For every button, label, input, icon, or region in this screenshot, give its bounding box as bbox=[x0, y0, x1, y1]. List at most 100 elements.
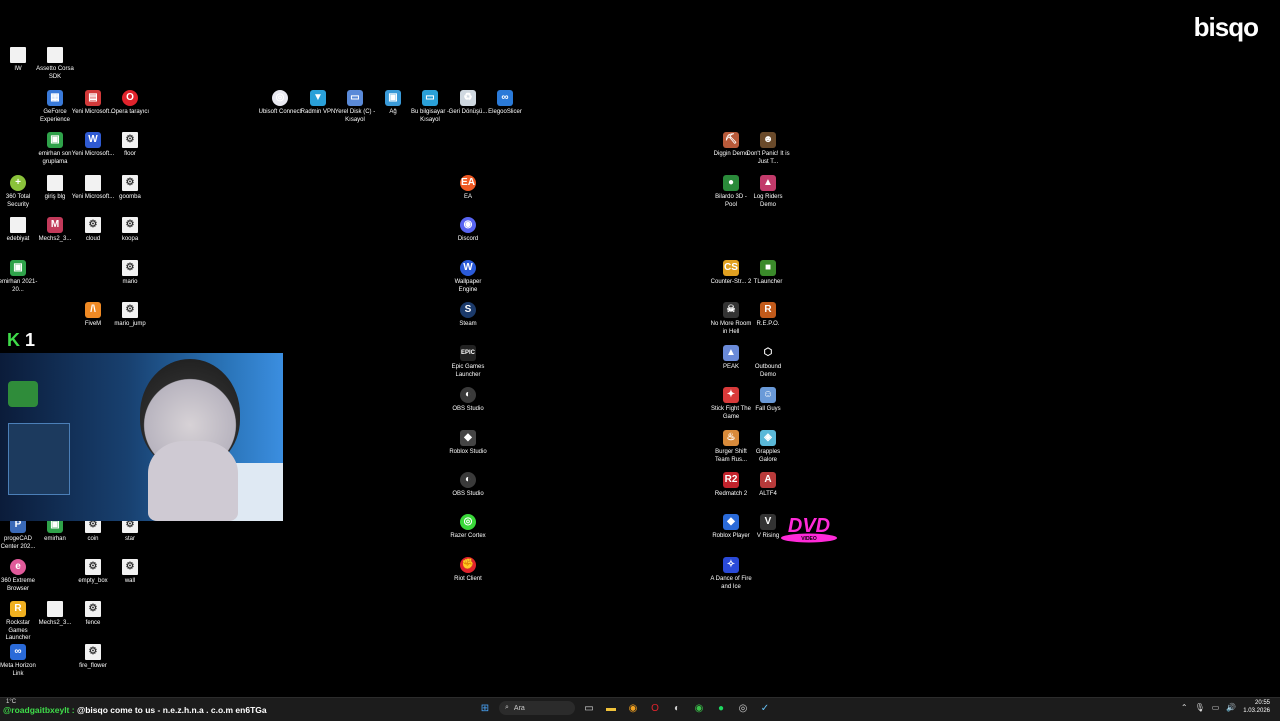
desktop-icon-label: Opera tarayıcı bbox=[110, 109, 149, 115]
chevron-up-icon[interactable]: ⌃ bbox=[1181, 703, 1188, 712]
desktop-icon-razer-cortex[interactable]: ◎ Razer Cortex bbox=[446, 514, 490, 541]
gear-icon: ⚙ bbox=[122, 559, 138, 575]
desktop-icon-opera-taray-c[interactable]: O Opera tarayıcı bbox=[108, 90, 152, 117]
emirhan-son-gruplama-icon: ▣ bbox=[47, 132, 63, 148]
desktop-icon-label: Mechs2_3... bbox=[38, 620, 72, 626]
chrome-alt-icon[interactable]: ◉ bbox=[691, 700, 707, 716]
meta-horizon-link-icon: ∞ bbox=[10, 644, 26, 660]
redmatch-2-icon: R2 bbox=[723, 472, 739, 488]
desktop-icon-wall[interactable]: ⚙ wall bbox=[108, 559, 152, 586]
desktop-icon-label: Outbound Demo bbox=[754, 364, 782, 378]
burger-shift-team-rus-icon: ♨ bbox=[723, 430, 739, 446]
desktop-icon-mario-jump[interactable]: ⚙ mario_jump bbox=[108, 302, 152, 329]
desktop-icon-grapples-galore[interactable]: ◈ Grapples Galore bbox=[746, 430, 790, 464]
desktop-icon-label: mario bbox=[122, 279, 138, 285]
desktop-icon-riot-client[interactable]: ✊ Riot Client bbox=[446, 557, 490, 584]
obs-alt-icon[interactable]: ◎ bbox=[735, 700, 751, 716]
desktop-icon-label: fire_flower bbox=[79, 663, 107, 669]
a-dance-of-fire-and-ice-icon: ✧ bbox=[723, 557, 739, 573]
desktop-icon-elegooslicer[interactable]: ∞ ElegooSlicer bbox=[483, 90, 527, 117]
desktop-icon-koopa[interactable]: ⚙ koopa bbox=[108, 217, 152, 244]
desktop-icon-obs-studio[interactable]: ◐ OBS Studio bbox=[446, 387, 490, 414]
desktop-icon-meta-horizon-link[interactable]: ∞ Meta Horizon Link bbox=[0, 644, 40, 678]
desktop-icon-label: coin bbox=[87, 536, 99, 542]
desktop-icon-label: OBS Studio bbox=[452, 491, 484, 497]
webcam-background-monitor bbox=[8, 423, 70, 495]
obs-studio-icon: ◐ bbox=[460, 387, 476, 403]
obs-icon[interactable]: ◐ bbox=[669, 700, 685, 716]
desktop-icon-label: Don't Panic! It is Just T... bbox=[746, 151, 790, 165]
r-e-p-o-icon: R bbox=[760, 302, 776, 318]
desktop-icon-label: Log Riders Demo bbox=[753, 194, 783, 208]
desktop-icon-r-e-p-o[interactable]: R R.E.P.O. bbox=[746, 302, 790, 329]
desktop-icon-tlauncher[interactable]: ■ TLauncher bbox=[746, 260, 790, 287]
desktop-icon-fence[interactable]: ⚙ fence bbox=[71, 601, 115, 628]
chrome-icon[interactable]: ◉ bbox=[625, 700, 641, 716]
desktop-icon-don-t-panic-it-is-just-t[interactable]: ☻ Don't Panic! It is Just T... bbox=[746, 132, 790, 166]
gear-icon: ⚙ bbox=[122, 302, 138, 318]
desktop-icon-epic-games-launcher[interactable]: EPIC Epic Games Launcher bbox=[446, 345, 490, 379]
360-extreme-browser-icon: e bbox=[10, 559, 26, 575]
a-icon: ▣ bbox=[385, 90, 401, 106]
elegooslicer-icon: ∞ bbox=[497, 90, 513, 106]
desktop-icon-goomba[interactable]: ⚙ goomba bbox=[108, 175, 152, 202]
desktop-icon-label: empty_box bbox=[78, 578, 108, 584]
desktop-icon-fire-flower[interactable]: ⚙ fire_flower bbox=[71, 644, 115, 671]
task-view-icon[interactable]: ▭ bbox=[581, 700, 597, 716]
gear-icon: ⚙ bbox=[85, 559, 101, 575]
steam-icon[interactable]: ✓ bbox=[757, 700, 773, 716]
dvd-video-logo: DVD VIDEO bbox=[781, 515, 837, 543]
desktop-icon-mario[interactable]: ⚙ mario bbox=[108, 260, 152, 287]
start-icon[interactable]: ⊞ bbox=[477, 700, 493, 716]
network-icon[interactable]: ▭ bbox=[1212, 703, 1220, 712]
desktop-icon-a-dance-of-fire-and-ice[interactable]: ✧ A Dance of Fire and Ice bbox=[709, 557, 753, 591]
desktop-icon-assetto-corsa-sdk[interactable]: Assetto Corsa SDK bbox=[33, 47, 77, 81]
desktop-icon-roblox-studio[interactable]: ◆ Roblox Studio bbox=[446, 430, 490, 457]
desktop-icon-discord[interactable]: ◉ Discord bbox=[446, 217, 490, 244]
desktop-icon-label: Roblox Player bbox=[712, 533, 750, 539]
taskbar-clock[interactable]: 20:55 1.03.2026 bbox=[1243, 699, 1270, 715]
steam-icon: S bbox=[460, 302, 476, 318]
webcam-overlay bbox=[0, 353, 283, 521]
gear-icon: ⚙ bbox=[122, 175, 138, 191]
altf4-icon: A bbox=[760, 472, 776, 488]
microphone-icon[interactable]: 🎙 bbox=[1195, 703, 1205, 712]
geforce-experience-icon: ▦ bbox=[47, 90, 63, 106]
diggin-demo-icon: ⛏ bbox=[723, 132, 739, 148]
speaker-icon[interactable]: 🔊 bbox=[1226, 703, 1236, 712]
desktop-icon-label: FiveM bbox=[84, 321, 102, 327]
gear-icon: ⚙ bbox=[122, 260, 138, 276]
radmin-vpn-icon: ▼ bbox=[310, 90, 326, 106]
desktop-icon-log-riders-demo[interactable]: ▲ Log Riders Demo bbox=[746, 175, 790, 209]
log-riders-demo-icon: ▲ bbox=[760, 175, 776, 191]
desktop-icon-obs-studio[interactable]: ◐ OBS Studio bbox=[446, 472, 490, 499]
emirhan-2021-20-icon: ▣ bbox=[10, 260, 26, 276]
taskbar-search-box[interactable]: ⌕ Ara bbox=[499, 701, 575, 715]
roblox-player-icon: ◆ bbox=[723, 514, 739, 530]
wallpaper-engine-icon: W bbox=[460, 260, 476, 276]
opera-icon[interactable]: O bbox=[647, 700, 663, 716]
desktop-icon-label: PEAK bbox=[722, 364, 739, 370]
desktop-icon-fall-guys[interactable]: ☺ Fall Guys bbox=[746, 387, 790, 414]
desktop-icon-label: mario_jump bbox=[114, 321, 146, 327]
desktop-icon-wallpaper-engine[interactable]: W Wallpaper Engine bbox=[446, 260, 490, 294]
360-total-security-icon: + bbox=[10, 175, 26, 191]
file-explorer-icon[interactable]: ▬ bbox=[603, 700, 619, 716]
desktop-icon-label: Steam bbox=[459, 321, 477, 327]
grapples-galore-icon: ◈ bbox=[760, 430, 776, 446]
desktop-icon-label: Meta Horizon Link bbox=[0, 663, 36, 677]
peak-icon: ▲ bbox=[723, 345, 739, 361]
ea-icon: EA bbox=[460, 175, 476, 191]
file-icon bbox=[47, 175, 63, 191]
geri-d-n-icon: ♻ bbox=[460, 90, 476, 106]
desktop-icon-floor[interactable]: ⚙ floor bbox=[108, 132, 152, 159]
desktop-icon-outbound-demo[interactable]: ⬡ Outbound Demo bbox=[746, 345, 790, 379]
desktop-icon-360-extreme-browser[interactable]: e 360 Extreme Browser bbox=[0, 559, 40, 593]
spotify-icon[interactable]: ● bbox=[713, 700, 729, 716]
yeni-microsoft-icon: ▤ bbox=[85, 90, 101, 106]
desktop-icon-emirhan-2021-20[interactable]: ▣ emirhan 2021-20... bbox=[0, 260, 40, 294]
desktop-icon-altf4[interactable]: A ALTF4 bbox=[746, 472, 790, 499]
desktop-icon-steam[interactable]: S Steam bbox=[446, 302, 490, 329]
desktop-icon-ea[interactable]: EA EA bbox=[446, 175, 490, 202]
taskbar-apps: ⊞ ⌕ Ara ▭ ▬ ◉ O ◐ ◉ ● ◎ ✓ bbox=[477, 700, 773, 716]
